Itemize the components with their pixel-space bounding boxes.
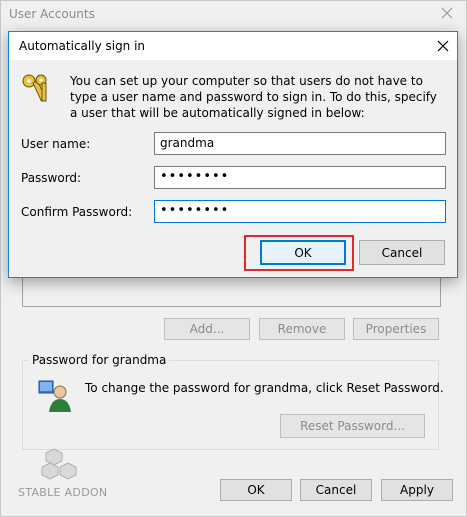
window-ok-button[interactable]: OK [220, 479, 292, 501]
close-icon[interactable] [436, 39, 450, 53]
close-icon[interactable] [440, 6, 454, 20]
window-apply-button[interactable]: Apply [381, 479, 453, 501]
dialog-description: You can set up your computer so that use… [70, 74, 437, 120]
window-cancel-button[interactable]: Cancel [300, 479, 372, 501]
add-button[interactable]: Add... [164, 318, 250, 340]
properties-button[interactable]: Properties [353, 318, 439, 340]
dialog-title: Automatically sign in [19, 39, 146, 53]
confirm-password-field[interactable]: •••••••• [154, 200, 446, 223]
confirm-password-label: Confirm Password: [21, 205, 133, 219]
auto-sign-in-dialog: Automatically sign in You can set up you… [8, 31, 458, 278]
user-icon [38, 380, 71, 412]
password-info-text: To change the password for grandma, clic… [85, 381, 444, 395]
stable-addon-logo-icon [41, 448, 77, 480]
password-field[interactable]: •••••••• [154, 166, 446, 189]
reset-password-button[interactable]: Reset Password... [280, 414, 425, 438]
user-name-field[interactable]: grandma [154, 132, 446, 155]
cancel-button[interactable]: Cancel [359, 240, 445, 265]
keys-icon [22, 74, 47, 102]
window-title: User Accounts [9, 7, 95, 21]
ok-button[interactable]: OK [260, 240, 346, 265]
password-label: Password: [21, 171, 82, 185]
password-group-title: Password for grandma [29, 353, 170, 367]
watermark-text: STABLE ADDON [18, 486, 108, 499]
remove-button[interactable]: Remove [259, 318, 345, 340]
user-name-label: User name: [21, 137, 91, 151]
